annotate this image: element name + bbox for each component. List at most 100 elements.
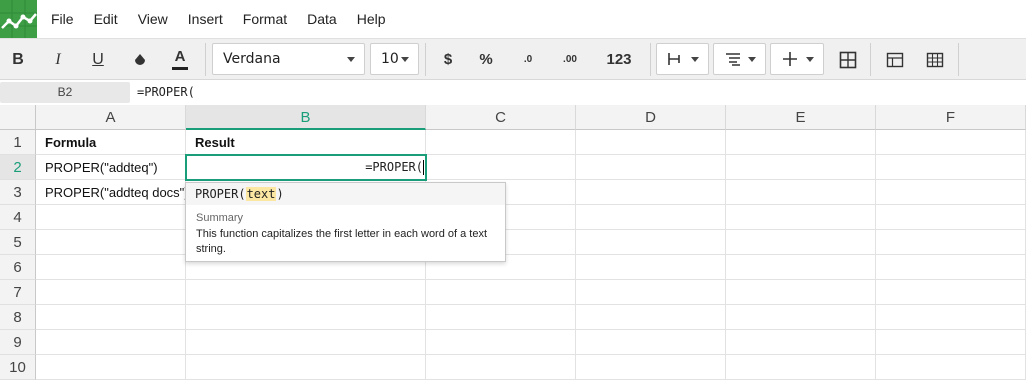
column-header-f[interactable]: F [876,105,1026,130]
cell-f1[interactable] [876,130,1026,155]
app-logo[interactable] [0,0,37,38]
cell-d5[interactable] [576,230,726,255]
cell-f10[interactable] [876,355,1026,380]
formula-bar: B2 =PROPER( [0,80,1026,104]
cell-c7[interactable] [426,280,576,305]
cell-a1[interactable]: Formula [36,130,186,155]
cell-b7[interactable] [186,280,426,305]
menu-format[interactable]: Format [233,0,297,38]
row-header-10[interactable]: 10 [0,355,36,380]
cell-e10[interactable] [726,355,876,380]
cell-a4[interactable] [36,205,186,230]
cell-d7[interactable] [576,280,726,305]
cell-a7[interactable] [36,280,186,305]
row-header-8[interactable]: 8 [0,305,36,330]
cell-c1[interactable] [426,130,576,155]
row-header-9[interactable]: 9 [0,330,36,355]
menu-file[interactable]: File [41,0,84,38]
active-cell-editor[interactable]: =PROPER( [185,154,427,181]
cell-d3[interactable] [576,180,726,205]
cell-e4[interactable] [726,205,876,230]
cell-d8[interactable] [576,305,726,330]
percent-format-button[interactable]: % [472,39,500,80]
cell-a9[interactable] [36,330,186,355]
font-family-select[interactable]: Verdana [212,43,365,75]
vertical-align-select[interactable] [770,43,824,75]
cell-e8[interactable] [726,305,876,330]
cell-e3[interactable] [726,180,876,205]
bold-button[interactable]: B [4,39,32,80]
row-header-2[interactable]: 2 [0,155,36,180]
currency-format-button[interactable]: $ [434,39,462,80]
cell-c10[interactable] [426,355,576,380]
row-header-6[interactable]: 6 [0,255,36,280]
cell-f4[interactable] [876,205,1026,230]
menu-help[interactable]: Help [347,0,396,38]
cell-f9[interactable] [876,330,1026,355]
borders-button[interactable] [881,39,909,80]
merge-cells-button[interactable] [834,39,862,80]
italic-button[interactable]: I [44,39,72,80]
cell-d1[interactable] [576,130,726,155]
grid-button[interactable] [921,39,949,80]
cell-f3[interactable] [876,180,1026,205]
text-cursor [423,160,424,175]
cell-e5[interactable] [726,230,876,255]
cell-e9[interactable] [726,330,876,355]
column-header-e[interactable]: E [726,105,876,130]
cell-a10[interactable] [36,355,186,380]
cell-f8[interactable] [876,305,1026,330]
row-header-7[interactable]: 7 [0,280,36,305]
cell-d10[interactable] [576,355,726,380]
increase-decimals-button[interactable]: .00 [554,39,586,80]
column-header-b[interactable]: B [186,105,426,130]
decrease-decimals-button[interactable]: .0 [512,39,544,80]
menu-edit[interactable]: Edit [84,0,128,38]
horizontal-align-select[interactable] [656,43,709,75]
cell-b9[interactable] [186,330,426,355]
cell-f7[interactable] [876,280,1026,305]
cell-d9[interactable] [576,330,726,355]
cell-c2[interactable] [426,155,576,180]
row-header-3[interactable]: 3 [0,180,36,205]
cell-a3[interactable]: PROPER("addteq docs") [36,180,189,205]
text-wrap-select[interactable] [713,43,766,75]
font-size-select[interactable]: 10 [370,43,419,75]
number-format-button[interactable]: 123 [598,39,640,80]
menu-view[interactable]: View [128,0,178,38]
menu-data[interactable]: Data [297,0,347,38]
cell-e7[interactable] [726,280,876,305]
select-all-corner[interactable] [0,105,36,130]
cell-e2[interactable] [726,155,876,180]
cell-a2[interactable]: PROPER("addteq") [36,155,186,180]
cell-e1[interactable] [726,130,876,155]
cell-a5[interactable] [36,230,186,255]
cell-c8[interactable] [426,305,576,330]
cell-d2[interactable] [576,155,726,180]
cell-a6[interactable] [36,255,186,280]
cell-b1[interactable]: Result [186,130,426,155]
cell-d6[interactable] [576,255,726,280]
text-color-button[interactable]: A [166,39,194,80]
cell-c9[interactable] [426,330,576,355]
cell-a8[interactable] [36,305,186,330]
cell-f6[interactable] [876,255,1026,280]
row-header-4[interactable]: 4 [0,205,36,230]
cell-b8[interactable] [186,305,426,330]
cell-b10[interactable] [186,355,426,380]
column-header-a[interactable]: A [36,105,186,130]
cell-d4[interactable] [576,205,726,230]
cell-f5[interactable] [876,230,1026,255]
column-header-c[interactable]: C [426,105,576,130]
row-header-1[interactable]: 1 [0,130,36,155]
row-header-5[interactable]: 5 [0,230,36,255]
font-size-value: 10 [381,51,399,67]
underline-button[interactable]: U [84,39,112,80]
menu-insert[interactable]: Insert [178,0,233,38]
cell-f2[interactable] [876,155,1026,180]
cell-reference-box[interactable]: B2 [0,82,130,103]
column-header-d[interactable]: D [576,105,726,130]
formula-input[interactable]: =PROPER( [137,80,195,104]
cell-e6[interactable] [726,255,876,280]
fill-color-button[interactable] [126,39,154,80]
